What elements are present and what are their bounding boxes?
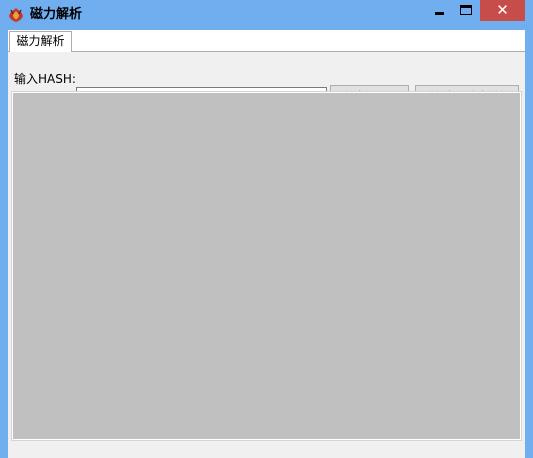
close-button[interactable]: ✕ [480,0,525,21]
window-title: 磁力解析 [30,7,83,22]
minimize-icon [435,12,444,15]
tab-magnet-parse[interactable]: 磁力解析 [9,31,72,52]
video-player-area[interactable] [12,92,521,440]
maximize-button[interactable] [453,0,480,21]
app-window: 磁力解析 ✕ 磁力解析 输入HASH: 05DD0EF9560E6706AA14… [0,0,533,458]
title-bar[interactable]: 磁力解析 ✕ [0,0,533,30]
hash-label: 输入HASH: [14,72,76,86]
close-icon: ✕ [496,1,509,19]
app-logo-icon [9,8,23,22]
maximize-icon [460,5,472,15]
minimize-button[interactable] [426,0,453,21]
window-client-area: 磁力解析 输入HASH: 05DD0EF9560E6706AA149441E70… [8,30,525,458]
